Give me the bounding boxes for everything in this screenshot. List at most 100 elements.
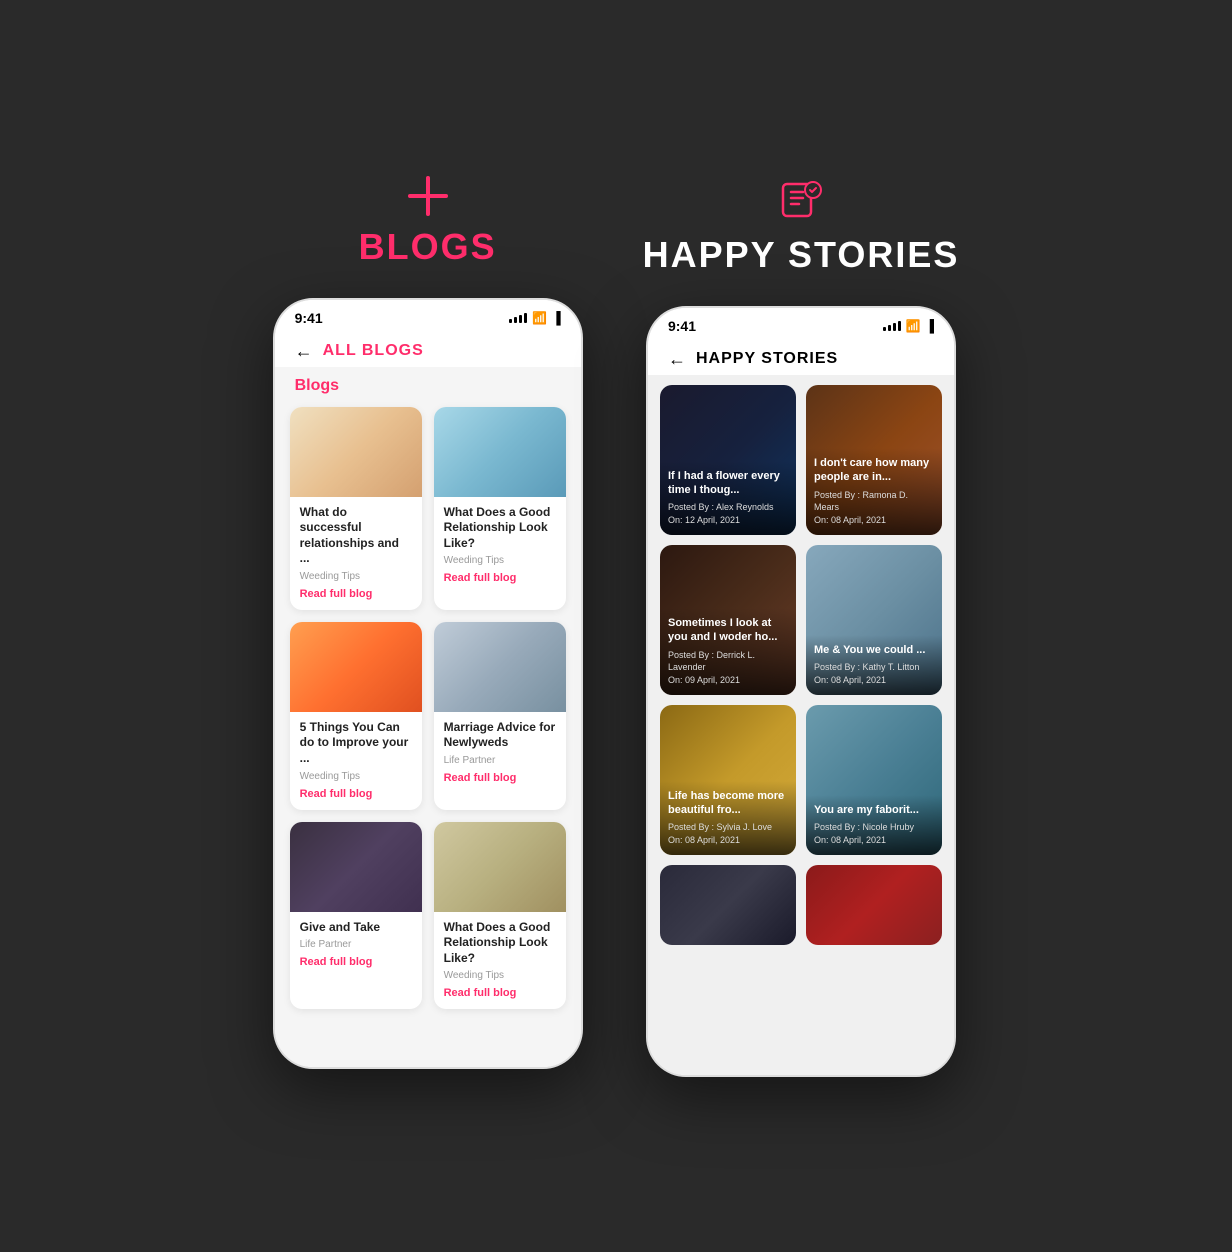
wifi-icon: 📶	[532, 311, 547, 325]
blog-card-6-category: Weeding Tips	[444, 970, 556, 981]
blog-card-6-title: What Does a Good Relationship Look Like?	[444, 920, 556, 967]
blog-card-5[interactable]: Give and Take Life Partner Read full blo…	[290, 822, 422, 1010]
battery-icon: ▐	[552, 311, 561, 325]
blog-card-3[interactable]: 5 Things You Can do to Improve your ... …	[290, 622, 422, 810]
blog-card-5-title: Give and Take	[300, 920, 412, 936]
blog-card-4-image	[434, 622, 566, 712]
story-card-3[interactable]: Sometimes I look at you and I woder ho..…	[660, 545, 796, 695]
blog-card-1[interactable]: What do successful relationships and ...…	[290, 407, 422, 610]
story-card-3-posted-by: Posted By : Derrick L. Lavender	[668, 649, 788, 674]
story-card-2-overlay: I don't care how many people are in... P…	[806, 448, 942, 534]
blogs-back-arrow[interactable]: ←	[295, 341, 313, 362]
signal-bar-3	[519, 315, 522, 323]
story-card-1-posted-by: Posted By : Alex Reynolds	[668, 501, 788, 514]
story-card-7[interactable]	[660, 865, 796, 945]
blog-cards-grid: What do successful relationships and ...…	[290, 407, 566, 1010]
story-card-7-bg	[660, 865, 796, 945]
story-card-2-posted-on: On: 08 April, 2021	[814, 514, 934, 527]
stories-grid: If I had a flower every time I thoug... …	[660, 385, 942, 945]
signal-bar-4	[524, 313, 527, 323]
blog-card-2-link[interactable]: Read full blog	[444, 572, 556, 584]
blog-card-1-body: What do successful relationships and ...…	[290, 497, 422, 610]
stories-back-arrow[interactable]: ←	[668, 349, 686, 370]
story-card-8-bg	[806, 865, 942, 945]
blog-card-6-image	[434, 822, 566, 912]
blogs-phone-mockup: 9:41 📶 ▐ ← ALL BLOGS Blogs	[273, 298, 583, 1069]
blog-card-3-title: 5 Things You Can do to Improve your ...	[300, 720, 412, 767]
happy-stories-phone-mockup: 9:41 📶 ▐ ← HAPPY STORIES	[646, 306, 956, 1077]
story-card-5-posted-on: On: 08 April, 2021	[668, 834, 788, 847]
happy-stories-title: HAPPY STORIES	[643, 234, 960, 276]
stories-signal-bar-1	[883, 327, 886, 331]
story-card-3-overlay: Sometimes I look at you and I woder ho..…	[660, 608, 796, 694]
blog-card-5-link[interactable]: Read full blog	[300, 956, 412, 968]
blog-card-6-body: What Does a Good Relationship Look Like?…	[434, 912, 566, 1010]
story-card-6-overlay: You are my faborit... Posted By : Nicole…	[806, 795, 942, 854]
stories-status-bar: 9:41 📶 ▐	[648, 308, 954, 339]
story-card-2[interactable]: I don't care how many people are in... P…	[806, 385, 942, 535]
blog-card-2[interactable]: What Does a Good Relationship Look Like?…	[434, 407, 566, 610]
blogs-status-bar: 9:41 📶 ▐	[275, 300, 581, 331]
story-card-3-quote: Sometimes I look at you and I woder ho..…	[668, 616, 788, 645]
blog-card-3-link[interactable]: Read full blog	[300, 788, 412, 800]
story-card-6-posted-on: On: 08 April, 2021	[814, 834, 934, 847]
story-card-1[interactable]: If I had a flower every time I thoug... …	[660, 385, 796, 535]
blog-card-2-category: Weeding Tips	[444, 555, 556, 566]
blogs-plus-icon	[408, 176, 448, 216]
blog-card-2-body: What Does a Good Relationship Look Like?…	[434, 497, 566, 595]
story-card-1-posted-on: On: 12 April, 2021	[668, 514, 788, 527]
blog-card-6[interactable]: What Does a Good Relationship Look Like?…	[434, 822, 566, 1010]
story-card-6-posted-by: Posted By : Nicole Hruby	[814, 821, 934, 834]
blogs-phone-content: Blogs What do successful relationships a…	[275, 367, 581, 1067]
story-card-8[interactable]	[806, 865, 942, 945]
story-card-5-quote: Life has become more beautiful fro...	[668, 789, 788, 818]
blog-card-6-link[interactable]: Read full blog	[444, 987, 556, 999]
stories-status-time: 9:41	[668, 318, 696, 334]
story-card-6-quote: You are my faborit...	[814, 803, 934, 817]
story-card-3-posted-on: On: 09 April, 2021	[668, 674, 788, 687]
story-card-2-quote: I don't care how many people are in...	[814, 456, 934, 485]
signal-bar-2	[514, 317, 517, 323]
blog-card-2-image	[434, 407, 566, 497]
stories-battery-icon: ▐	[925, 319, 934, 333]
story-card-4-quote: Me & You we could ...	[814, 643, 934, 657]
stories-status-icons: 📶 ▐	[883, 319, 934, 333]
happy-stories-header: HAPPY STORIES	[643, 176, 960, 276]
story-card-4-posted-by: Posted By : Kathy T. Litton	[814, 661, 934, 674]
blogs-title: BLOGS	[359, 226, 497, 268]
story-card-5[interactable]: Life has become more beautiful fro... Po…	[660, 705, 796, 855]
blog-card-3-category: Weeding Tips	[300, 771, 412, 782]
blogs-header: BLOGS	[359, 176, 497, 268]
blog-card-4-body: Marriage Advice for Newlyweds Life Partn…	[434, 712, 566, 794]
stories-phone-content: If I had a flower every time I thoug... …	[648, 375, 954, 1075]
blogs-page-title: ALL BLOGS	[323, 342, 424, 360]
blog-card-2-title: What Does a Good Relationship Look Like?	[444, 505, 556, 552]
blogs-section-label: Blogs	[290, 377, 566, 395]
blogs-status-time: 9:41	[295, 310, 323, 326]
story-card-4-posted-on: On: 08 April, 2021	[814, 674, 934, 687]
story-card-4-overlay: Me & You we could ... Posted By : Kathy …	[806, 635, 942, 694]
blog-card-5-image	[290, 822, 422, 912]
stories-signal-bars-icon	[883, 321, 901, 331]
happy-stories-section: HAPPY STORIES 9:41 📶 ▐ ← H	[643, 176, 960, 1077]
blog-card-1-category: Weeding Tips	[300, 571, 412, 582]
blogs-phone-header: ← ALL BLOGS	[275, 331, 581, 367]
blog-card-3-body: 5 Things You Can do to Improve your ... …	[290, 712, 422, 810]
story-card-5-posted-by: Posted By : Sylvia J. Love	[668, 821, 788, 834]
stories-phone-header: ← HAPPY STORIES	[648, 339, 954, 375]
signal-bar-1	[509, 319, 512, 323]
signal-bars-icon	[509, 313, 527, 323]
blog-card-1-title: What do successful relationships and ...	[300, 505, 412, 567]
story-card-6[interactable]: You are my faborit... Posted By : Nicole…	[806, 705, 942, 855]
blog-card-3-image	[290, 622, 422, 712]
story-card-4[interactable]: Me & You we could ... Posted By : Kathy …	[806, 545, 942, 695]
story-card-1-overlay: If I had a flower every time I thoug... …	[660, 461, 796, 535]
page-container: BLOGS 9:41 📶 ▐ ← ALL BLOGS	[233, 116, 1000, 1137]
story-card-2-posted-by: Posted By : Ramona D. Mears	[814, 489, 934, 514]
blog-card-1-link[interactable]: Read full blog	[300, 588, 412, 600]
blog-card-4[interactable]: Marriage Advice for Newlyweds Life Partn…	[434, 622, 566, 810]
stories-wifi-icon: 📶	[906, 319, 921, 333]
blog-card-4-link[interactable]: Read full blog	[444, 772, 556, 784]
blog-card-5-body: Give and Take Life Partner Read full blo…	[290, 912, 422, 979]
story-card-1-quote: If I had a flower every time I thoug...	[668, 469, 788, 498]
